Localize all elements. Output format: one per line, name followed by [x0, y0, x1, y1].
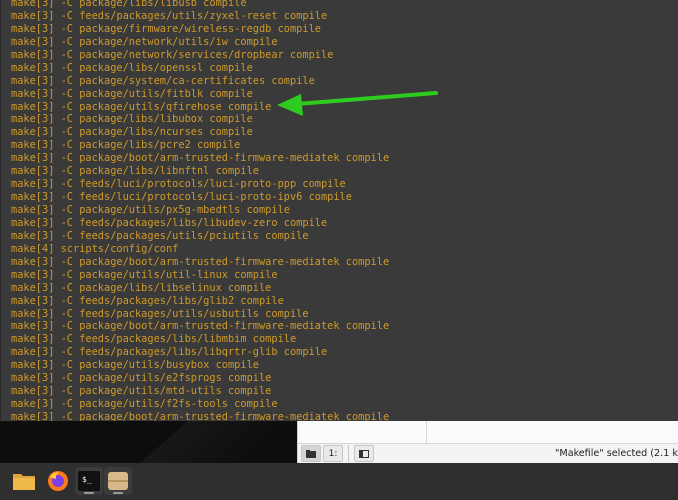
files-icon — [13, 474, 35, 490]
running-indicator — [113, 492, 123, 494]
terminal-icon: $_ — [78, 471, 100, 491]
firefox-icon — [48, 471, 68, 491]
icon-view-button[interactable] — [301, 445, 321, 462]
file-manager-window[interactable]: 1: "Makefile" selected (2.1 kB), — [297, 421, 678, 463]
green-arrow-icon — [277, 91, 438, 116]
file-manager-pane — [298, 421, 678, 444]
archive-manager-icon — [108, 472, 128, 490]
sidebar-toggle-icon — [359, 449, 369, 458]
pane-divider — [426, 421, 427, 443]
firefox-launcher[interactable] — [44, 467, 72, 495]
status-bar-text: "Makefile" selected (2.1 kB), — [555, 448, 678, 459]
svg-text:$_: $_ — [82, 475, 92, 484]
compact-view-button[interactable]: 1: — [323, 445, 343, 462]
toolbar-separator — [348, 445, 349, 462]
terminal-launcher[interactable]: $_ — [75, 467, 103, 495]
icon-view-icon — [306, 449, 316, 458]
archive-manager-launcher[interactable] — [104, 467, 132, 495]
compact-view-icon: 1: — [328, 448, 338, 459]
taskbar: $_ — [0, 463, 678, 500]
running-indicator — [84, 492, 94, 494]
files-launcher[interactable] — [10, 467, 38, 495]
terminal-window[interactable]: make[3] -C package/libs/libusb compile ma… — [0, 0, 678, 421]
sidebar-toggle-button[interactable] — [354, 445, 374, 462]
